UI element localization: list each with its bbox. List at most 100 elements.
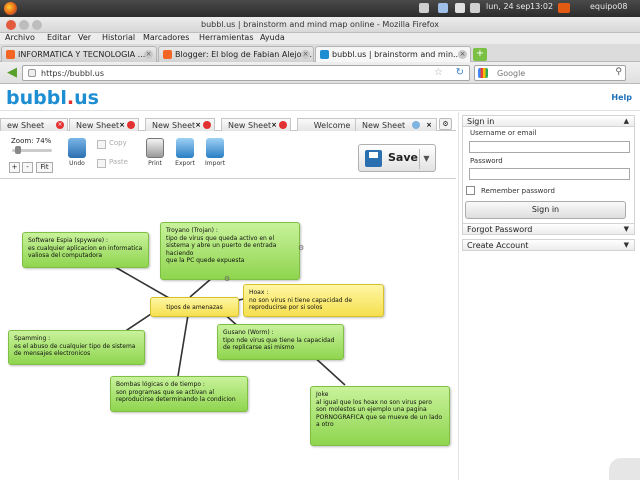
menu-marcadores[interactable]: Marcadores bbox=[143, 33, 189, 42]
volume-icon[interactable] bbox=[470, 3, 480, 13]
bubble-bombas-logicas[interactable]: Bombas lógicas o de tiempo : son program… bbox=[110, 376, 248, 412]
sign-in-button[interactable]: Sign in bbox=[465, 201, 626, 219]
import-button[interactable]: Import bbox=[202, 136, 228, 176]
remember-password-checkbox[interactable] bbox=[466, 186, 475, 195]
forgot-password-title: Forgot Password bbox=[467, 225, 533, 234]
copy-button[interactable]: Copy bbox=[97, 139, 133, 153]
bubble-spyware[interactable]: Software Espia (spyware) : es cualquier … bbox=[22, 232, 149, 268]
url-input[interactable] bbox=[41, 67, 431, 79]
export-button[interactable]: Export bbox=[172, 136, 198, 176]
mail-icon[interactable] bbox=[419, 3, 429, 13]
window-title: bubbl.us | brainstorm and mind map onlin… bbox=[201, 20, 439, 29]
import-label: Import bbox=[205, 160, 225, 167]
undo-icon bbox=[68, 138, 86, 158]
search-bar[interactable]: ⚲ bbox=[474, 65, 626, 81]
sheet-tab-bar: ew Sheet × New Sheet × New Sheet × New Shee… bbox=[0, 117, 456, 131]
sheet-tab[interactable]: New Sheet × bbox=[69, 118, 139, 131]
clock-label[interactable]: 13:02 bbox=[530, 2, 553, 11]
sheet-tab-label: New Sheet bbox=[152, 121, 196, 130]
bubble-center-tipos-de-amenazas[interactable]: tipos de amenazas bbox=[150, 297, 239, 317]
reload-icon[interactable]: ↻ bbox=[456, 67, 464, 78]
logo-tld: us bbox=[74, 87, 99, 109]
password-input[interactable] bbox=[469, 168, 630, 180]
connector-bombas bbox=[177, 314, 189, 377]
network-icon[interactable] bbox=[438, 3, 448, 13]
logo-text: bubbl bbox=[6, 87, 67, 109]
save-options-chevron-down-icon[interactable]: ▼ bbox=[419, 149, 433, 169]
menu-historial[interactable]: Historial bbox=[102, 33, 135, 42]
bubble-hoax[interactable]: Hoax : no son virus ni tiene capacidad d… bbox=[243, 284, 384, 317]
close-sheet-icon[interactable]: × bbox=[56, 121, 64, 129]
date-label[interactable]: lun, 24 sep bbox=[486, 2, 530, 11]
menu-ver[interactable]: Ver bbox=[78, 33, 91, 42]
printer-icon bbox=[146, 138, 164, 158]
browser-tab-bubblus[interactable]: bubbl.us | brainstorm and min... × bbox=[315, 46, 471, 62]
close-sheet-icon[interactable]: × bbox=[195, 121, 201, 129]
mindmap-canvas[interactable]: Software Espia (spyware) : es cualquier … bbox=[0, 180, 456, 480]
sheet-status-icon bbox=[127, 121, 135, 129]
google-engine-icon[interactable] bbox=[478, 68, 488, 78]
user-name[interactable]: equipo08 bbox=[590, 2, 627, 11]
zoom-label: Zoom: 74% bbox=[11, 137, 52, 145]
window-titlebar[interactable]: bubbl.us | brainstorm and mind map onlin… bbox=[0, 17, 640, 33]
help-link[interactable]: Help bbox=[611, 93, 632, 102]
paste-button[interactable]: Paste bbox=[97, 158, 133, 172]
menu-editar[interactable]: Editar bbox=[47, 33, 71, 42]
bubble-gusano[interactable]: Gusano (Worm) : tipo nde virus que tiene… bbox=[217, 324, 344, 360]
zoom-fit-button[interactable]: Fit bbox=[36, 162, 53, 173]
close-tab-icon[interactable]: × bbox=[144, 50, 153, 59]
bubble-joke[interactable]: Joke al igual que los hoax no son virus … bbox=[310, 386, 450, 446]
expand-arrow-icon: ▼ bbox=[623, 225, 629, 233]
zoom-out-button[interactable]: - bbox=[22, 162, 33, 173]
bubblus-logo[interactable]: bubbl.us bbox=[6, 87, 99, 109]
browser-tab-label: INFORMATICA Y TECNOLOGIA ... bbox=[18, 50, 146, 59]
bookmark-star-icon[interactable]: ☆ bbox=[434, 67, 443, 78]
system-panel: lun, 24 sep 13:02 equipo08 bbox=[0, 0, 640, 17]
sheet-tab[interactable]: New Sheet × bbox=[145, 118, 215, 131]
sheet-tab-active[interactable]: New Sheet × bbox=[355, 118, 437, 131]
close-sheet-icon[interactable]: × bbox=[426, 121, 432, 129]
sheet-menu-button[interactable]: ⚙ bbox=[439, 118, 452, 130]
print-label: Print bbox=[148, 160, 162, 167]
expand-arrow-icon: ▼ bbox=[623, 241, 629, 249]
editor-toolbar: Zoom: 74% + - Fit Undo Copy Paste Print … bbox=[0, 131, 456, 179]
logo-dot: . bbox=[66, 87, 75, 109]
print-button[interactable]: Print bbox=[142, 136, 168, 176]
bubble-spamming[interactable]: Spamming : es el abuso de cualquier tipo… bbox=[8, 330, 145, 365]
bubble-tools-icon[interactable]: ⚙ bbox=[298, 244, 312, 254]
browser-tab-informatica[interactable]: INFORMATICA Y TECNOLOGIA ... × bbox=[1, 46, 157, 62]
close-sheet-icon[interactable]: × bbox=[119, 121, 125, 129]
create-account-panel-header[interactable]: Create Account ▼ bbox=[462, 239, 635, 251]
sheet-tab[interactable]: ew Sheet × bbox=[0, 118, 68, 131]
floppy-disk-icon bbox=[365, 150, 382, 167]
menu-ayuda[interactable]: Ayuda bbox=[260, 33, 285, 42]
url-bar[interactable]: ☆ ↻ bbox=[22, 65, 470, 81]
zoom-slider-handle[interactable] bbox=[15, 146, 21, 154]
close-tab-icon[interactable]: × bbox=[458, 50, 467, 59]
firefox-launcher-icon[interactable] bbox=[4, 2, 17, 15]
save-button[interactable]: Save ▼ bbox=[358, 144, 436, 172]
sheet-tab[interactable]: New Sheet × bbox=[221, 118, 291, 131]
new-tab-button[interactable]: + bbox=[473, 48, 487, 61]
remember-password-label: Remember password bbox=[481, 187, 555, 195]
undo-button[interactable]: Undo bbox=[64, 136, 90, 176]
corner-scroll-widget[interactable] bbox=[609, 458, 640, 480]
menu-herramientas[interactable]: Herramientas bbox=[199, 33, 254, 42]
keyboard-icon[interactable] bbox=[455, 3, 465, 13]
search-icon[interactable]: ⚲ bbox=[615, 67, 622, 77]
browser-tab-blogger[interactable]: Blogger: El blog de Fabian Alejo -... × bbox=[158, 46, 314, 62]
close-tab-icon[interactable]: × bbox=[301, 50, 310, 59]
browser-tab-label: Blogger: El blog de Fabian Alejo -... bbox=[175, 50, 314, 59]
zoom-in-button[interactable]: + bbox=[9, 162, 20, 173]
bubble-tools-icon[interactable]: ⚙ bbox=[224, 275, 238, 285]
bubble-troyano[interactable]: Troyano (Trojan) : tipo de virus que que… bbox=[160, 222, 300, 280]
site-identity-icon[interactable] bbox=[28, 69, 36, 77]
close-sheet-icon[interactable]: × bbox=[271, 121, 277, 129]
username-input[interactable] bbox=[469, 141, 630, 153]
back-arrow-icon[interactable]: ◀ bbox=[4, 65, 20, 81]
forgot-password-panel-header[interactable]: Forgot Password ▼ bbox=[462, 223, 635, 235]
menu-archivo[interactable]: Archivo bbox=[5, 33, 35, 42]
search-input[interactable] bbox=[497, 67, 607, 79]
undo-label: Undo bbox=[69, 160, 85, 167]
firefox-tray-icon[interactable] bbox=[558, 3, 570, 13]
